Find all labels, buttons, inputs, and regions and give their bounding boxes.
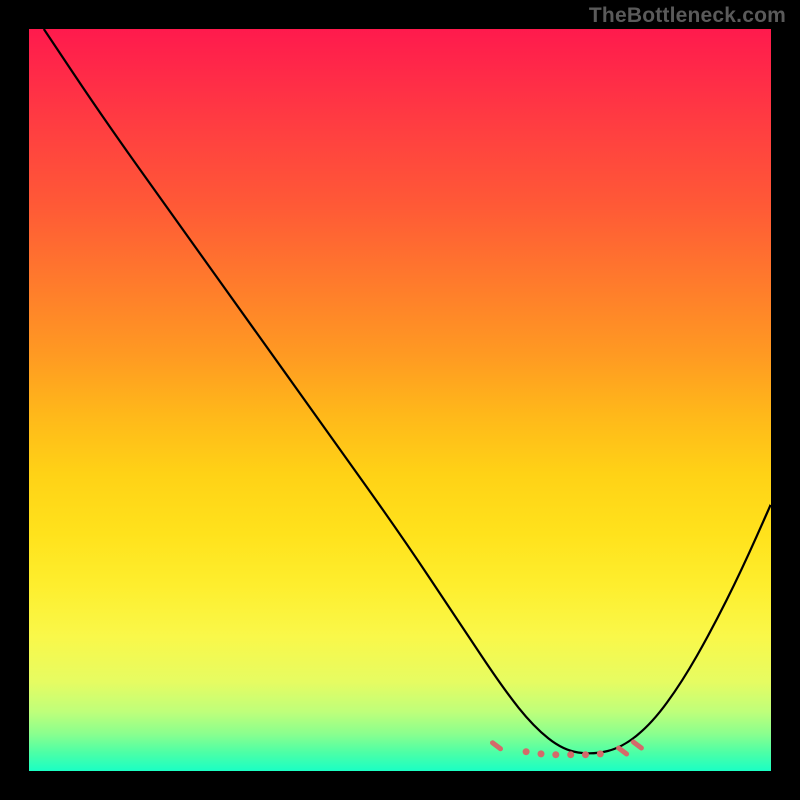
- plot-area: [29, 29, 771, 771]
- chart-overlay: [29, 29, 771, 771]
- bottleneck-curve: [44, 29, 771, 753]
- watermark-text: TheBottleneck.com: [589, 4, 786, 28]
